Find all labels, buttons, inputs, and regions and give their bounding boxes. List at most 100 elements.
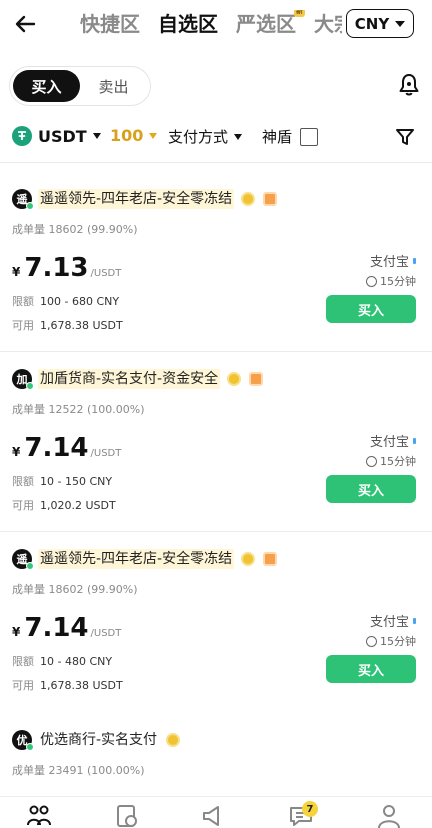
ads-icon[interactable] — [200, 803, 226, 828]
chat-unread-badge: 7 — [302, 801, 318, 817]
payment-method: 支付宝 — [370, 251, 416, 270]
price-unit: /USDT — [90, 268, 122, 279]
merchant-row[interactable]: 加 加盾货商-实名支付-资金安全 — [12, 367, 264, 391]
buy-sell-toggle: 买入 卖出 — [9, 66, 151, 106]
merchant-shield-icon — [263, 552, 278, 566]
amount-label: 100 — [110, 126, 144, 145]
available-value: 1,678.38 USDT — [40, 679, 123, 692]
orders-icon[interactable] — [114, 803, 140, 828]
merchant-row[interactable]: 优 优选商行-实名支付 — [12, 728, 181, 752]
merchant-row[interactable]: 遥 遥遥领先-四年老店-安全零冻结 — [12, 187, 278, 211]
amount-selector[interactable]: 100 — [110, 126, 158, 145]
price: 7.13 — [24, 253, 89, 283]
deal-label: 成单量 — [12, 223, 45, 236]
market-tabs: 快捷区 自选区 严选区新 大宗 — [80, 10, 342, 40]
deal-value: 18602 (99.90%) — [48, 223, 138, 236]
deal-count: 成单量 23491 (100.00%) — [12, 762, 145, 778]
divider — [0, 162, 432, 163]
avatar: 加 — [12, 369, 34, 390]
time-label: 15分钟 — [380, 275, 416, 288]
price-row: ¥ 7.14 /USDT — [12, 433, 121, 463]
available-row: 可用 1,678.38 USDT — [12, 677, 123, 693]
currency-symbol: ¥ — [12, 625, 21, 639]
price-row: ¥ 7.13 /USDT — [12, 253, 121, 283]
available-value: 1,678.38 USDT — [40, 319, 123, 332]
deal-count: 成单量 12522 (100.00%) — [12, 401, 145, 417]
tab-bulk[interactable]: 大宗 — [314, 10, 342, 40]
available-row: 可用 1,020.2 USDT — [12, 497, 116, 513]
payment-label: 支付宝 — [369, 435, 409, 450]
tether-icon — [12, 126, 32, 146]
alipay-marker-icon — [413, 617, 416, 624]
merchant-name: 遥遥领先-四年老店-安全零冻结 — [38, 189, 235, 209]
price-unit: /USDT — [90, 448, 122, 459]
merchant-name: 优选商行-实名支付 — [40, 732, 158, 748]
available-row: 可用 1,678.38 USDT — [12, 317, 123, 333]
coin-selector[interactable]: USDT — [12, 126, 101, 146]
buy-button[interactable]: 买入 — [326, 475, 416, 503]
caret-down-icon — [92, 133, 101, 139]
profile-icon[interactable] — [376, 803, 402, 828]
available-label: 可用 — [12, 679, 34, 692]
deal-value: 12522 (100.00%) — [48, 403, 145, 416]
deal-label: 成单量 — [12, 403, 45, 416]
filter-funnel-icon[interactable] — [394, 126, 416, 148]
deal-label: 成单量 — [12, 764, 45, 777]
listing-card: 加 加盾货商-实名支付-资金安全 成单量 12522 (100.00%) ¥ 7… — [0, 367, 432, 517]
merchant-name: 遥遥领先-四年老店-安全零冻结 — [38, 549, 235, 569]
clock-icon — [366, 455, 377, 467]
limit-value: 100 - 680 CNY — [40, 295, 120, 308]
shield-checkbox[interactable] — [300, 127, 319, 146]
buy-button[interactable]: 买入 — [326, 655, 416, 683]
currency-symbol: ¥ — [12, 265, 21, 279]
available-label: 可用 — [12, 499, 34, 512]
time-label: 15分钟 — [380, 635, 416, 648]
tab-strict-select-label: 严选区 — [236, 12, 296, 36]
payment-label: 支付宝 — [369, 255, 409, 270]
online-dot — [26, 562, 34, 570]
buy-button[interactable]: 买入 — [326, 295, 416, 323]
price: 7.14 — [24, 613, 89, 643]
alipay-marker-icon — [413, 257, 416, 264]
bottom-nav — [0, 796, 432, 828]
payment-time: 15分钟 — [366, 453, 416, 469]
currency-selector[interactable]: CNY — [346, 9, 414, 38]
available-value: 1,020.2 USDT — [40, 499, 116, 512]
merchant-row[interactable]: 遥 遥遥领先-四年老店-安全零冻结 — [12, 547, 278, 571]
payment-method-selector[interactable]: 支付方式 — [168, 126, 243, 147]
online-dot — [26, 202, 34, 210]
listing-card: 遥 遥遥领先-四年老店-安全零冻结 成单量 18602 (99.90%) ¥ 7… — [0, 547, 432, 697]
caret-down-icon — [395, 20, 406, 27]
notification-bell-icon[interactable] — [396, 72, 422, 98]
limit-row: 限额 100 - 680 CNY — [12, 293, 119, 309]
deal-label: 成单量 — [12, 583, 45, 596]
payment-label: 支付宝 — [369, 615, 409, 630]
top-header: 快捷区 自选区 严选区新 大宗 CNY — [0, 0, 432, 52]
deal-count: 成单量 18602 (99.90%) — [12, 221, 138, 237]
divider — [0, 351, 432, 352]
shield-filter[interactable]: 神盾 — [262, 126, 319, 147]
tab-self-select[interactable]: 自选区 — [158, 10, 218, 40]
sell-tab[interactable]: 卖出 — [80, 70, 147, 102]
verified-gold-icon — [166, 733, 181, 747]
deal-value: 23491 (100.00%) — [48, 764, 145, 777]
p2p-home-icon[interactable] — [26, 803, 52, 828]
payment-method-label: 支付方式 — [168, 128, 229, 146]
online-dot — [26, 382, 34, 390]
tab-strict-select[interactable]: 严选区新 — [236, 10, 305, 40]
listing-card: 优 优选商行-实名支付 成单量 23491 (100.00%) — [0, 728, 432, 788]
limit-value: 10 - 150 CNY — [40, 475, 113, 488]
back-arrow-icon[interactable] — [12, 10, 40, 38]
payment-method: 支付宝 — [370, 431, 416, 450]
avatar: 遥 — [12, 549, 34, 570]
buy-tab[interactable]: 买入 — [13, 70, 80, 102]
tab-quick[interactable]: 快捷区 — [80, 10, 140, 40]
caret-down-icon — [234, 133, 243, 140]
time-label: 15分钟 — [380, 455, 416, 468]
filter-bar: USDT 100 支付方式 神盾 — [0, 120, 432, 156]
merchant-shield-icon — [263, 192, 278, 206]
available-label: 可用 — [12, 319, 34, 332]
clock-icon — [366, 275, 377, 287]
limit-label: 限额 — [12, 655, 34, 668]
merchant-name: 加盾货商-实名支付-资金安全 — [38, 369, 221, 389]
